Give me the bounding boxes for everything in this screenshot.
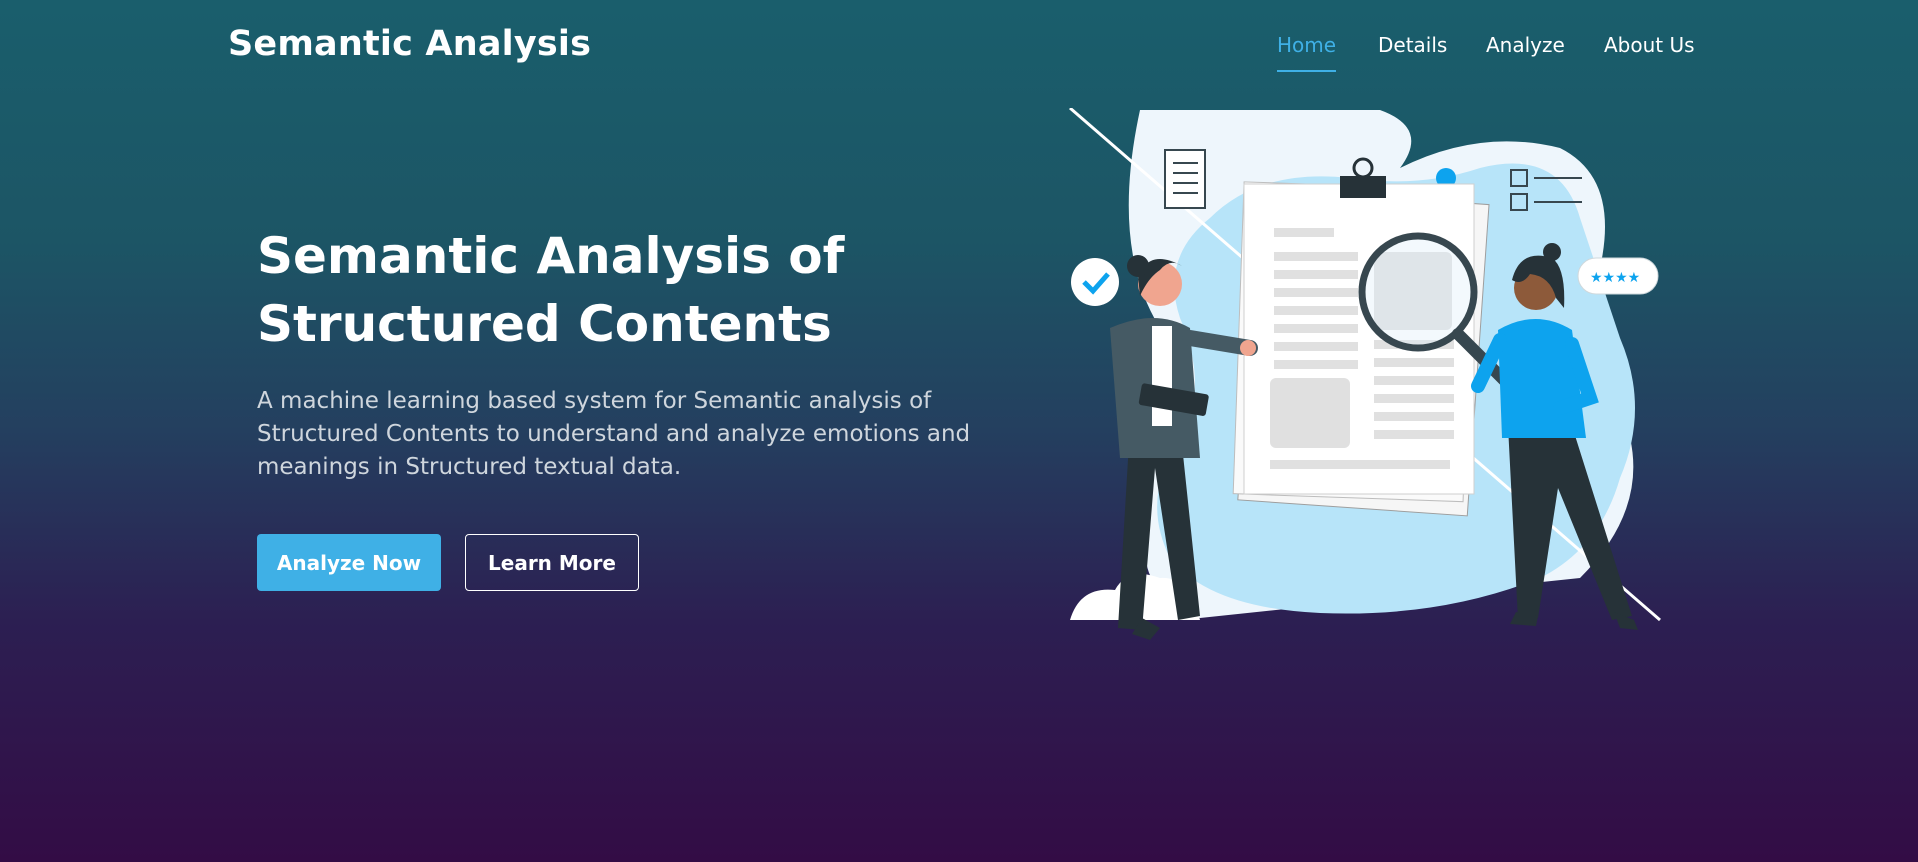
- rating-bubble-icon: ★★★★: [1577, 257, 1659, 295]
- analyze-now-button[interactable]: Analyze Now: [257, 534, 441, 591]
- people-analyzing-document-illustration: ★★★★: [1069, 108, 1661, 640]
- nav-item-about-us[interactable]: About Us: [1604, 33, 1695, 57]
- nav-item-home[interactable]: Home: [1277, 33, 1337, 72]
- nav-item-analyze[interactable]: Analyze: [1486, 33, 1565, 57]
- svg-text:★★★★: ★★★★: [1590, 270, 1640, 286]
- hero-title-line-1: Semantic Analysis of: [257, 227, 845, 285]
- navbar: Semantic Analysis Home Details Analyze A…: [0, 0, 1918, 92]
- nav-item-details[interactable]: Details: [1378, 33, 1447, 57]
- check-bubble-icon: [1071, 258, 1119, 306]
- brand-logo[interactable]: Semantic Analysis: [228, 24, 591, 64]
- hero-title-line-2: Structured Contents: [257, 295, 832, 353]
- learn-more-button[interactable]: Learn More: [465, 534, 639, 591]
- document-icon: [1164, 149, 1206, 209]
- hero-description: A machine learning based system for Sema…: [257, 388, 971, 480]
- hero-title: Semantic Analysis of Structured Contents: [257, 222, 897, 358]
